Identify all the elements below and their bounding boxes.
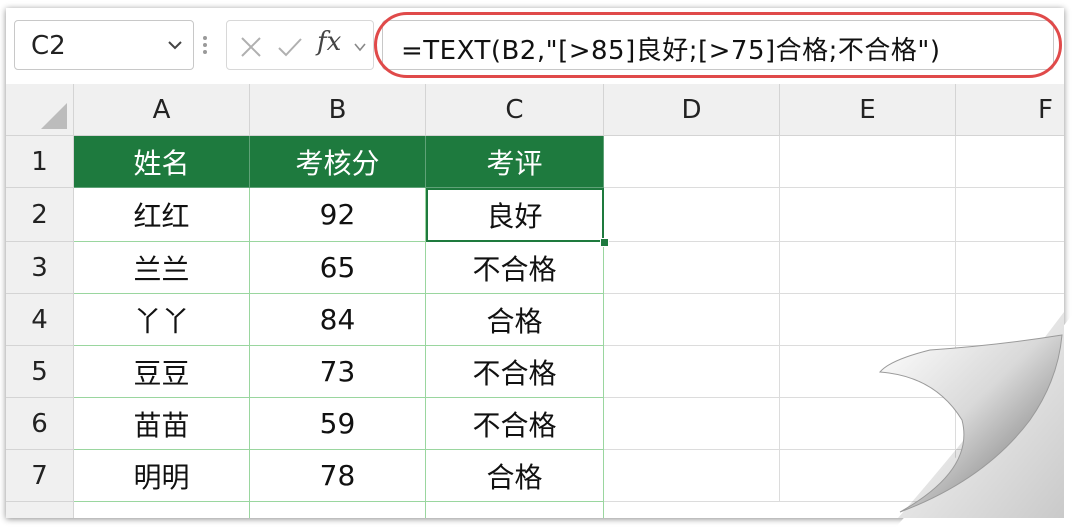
cell-d3[interactable] — [604, 242, 780, 294]
cell-b2[interactable]: 92 — [250, 188, 426, 242]
cell-a5[interactable]: 豆豆 — [74, 346, 250, 398]
column-header-c[interactable]: C — [426, 84, 604, 136]
cell-c8[interactable] — [426, 502, 604, 518]
cell-f6[interactable] — [956, 398, 1064, 450]
row-header-3[interactable]: 3 — [6, 242, 74, 294]
column-header-d[interactable]: D — [604, 84, 780, 136]
cell-d7[interactable] — [604, 450, 780, 502]
cell-b8[interactable] — [250, 502, 426, 518]
column-header-a[interactable]: A — [74, 84, 250, 136]
cell-a1[interactable]: 姓名 — [74, 136, 250, 188]
row-header-1[interactable]: 1 — [6, 136, 74, 188]
cell-a3[interactable]: 兰兰 — [74, 242, 250, 294]
cell-c4[interactable]: 合格 — [426, 294, 604, 346]
cell-a2[interactable]: 红红 — [74, 188, 250, 242]
cell-c3[interactable]: 不合格 — [426, 242, 604, 294]
spreadsheet-window: C2 fx =TEXT(B2,"[>85]良好;[>75]合格;不合格") A … — [6, 8, 1064, 518]
cell-f3[interactable] — [956, 242, 1064, 294]
row-header-4[interactable]: 4 — [6, 294, 74, 346]
formula-input[interactable]: =TEXT(B2,"[>85]良好;[>75]合格;不合格") — [382, 20, 1054, 70]
column-header-e[interactable]: E — [780, 84, 956, 136]
cell-b4[interactable]: 84 — [250, 294, 426, 346]
cell-e1[interactable] — [780, 136, 956, 188]
cell-c7[interactable]: 合格 — [426, 450, 604, 502]
cell-b7[interactable]: 78 — [250, 450, 426, 502]
cell-c6[interactable]: 不合格 — [426, 398, 604, 450]
cell-f2[interactable] — [956, 188, 1064, 242]
column-header-b[interactable]: B — [250, 84, 426, 136]
cell-a7[interactable]: 明明 — [74, 450, 250, 502]
formula-bar: C2 fx =TEXT(B2,"[>85]良好;[>75]合格;不合格") — [6, 8, 1064, 84]
cell-d6[interactable] — [604, 398, 780, 450]
chevron-down-icon[interactable] — [353, 41, 367, 53]
cell-a4[interactable]: 丫丫 — [74, 294, 250, 346]
row-header-6[interactable]: 6 — [6, 398, 74, 450]
cell-b5[interactable]: 73 — [250, 346, 426, 398]
formula-text: =TEXT(B2,"[>85]良好;[>75]合格;不合格") — [401, 36, 941, 66]
cell-a6[interactable]: 苗苗 — [74, 398, 250, 450]
cell-d5[interactable] — [604, 346, 780, 398]
cell-e5[interactable] — [780, 346, 956, 398]
cell-f4[interactable] — [956, 294, 1064, 346]
cell-d4[interactable] — [604, 294, 780, 346]
fill-handle[interactable] — [600, 238, 609, 247]
cell-d1[interactable] — [604, 136, 780, 188]
cell-b3[interactable]: 65 — [250, 242, 426, 294]
cell-e4[interactable] — [780, 294, 956, 346]
cell-e3[interactable] — [780, 242, 956, 294]
cell-e2[interactable] — [780, 188, 956, 242]
cell-f1[interactable] — [956, 136, 1064, 188]
cell-b1[interactable]: 考核分 — [250, 136, 426, 188]
check-icon[interactable] — [277, 35, 303, 59]
cell-c2[interactable]: 良好 — [426, 188, 604, 242]
cell-e7[interactable] — [780, 450, 956, 502]
chevron-down-icon[interactable] — [167, 38, 183, 52]
cell-f5[interactable] — [956, 346, 1064, 398]
row-header-7[interactable]: 7 — [6, 450, 74, 502]
row-header-5[interactable]: 5 — [6, 346, 74, 398]
cell-c1[interactable]: 考评 — [426, 136, 604, 188]
select-all-corner[interactable] — [6, 84, 74, 136]
insert-function-button[interactable]: fx — [317, 27, 341, 57]
row-header-partial[interactable] — [6, 502, 74, 518]
cell-d2[interactable] — [604, 188, 780, 242]
formula-buttons: fx — [226, 20, 374, 70]
cell-e6[interactable] — [780, 398, 956, 450]
row-header-2[interactable]: 2 — [6, 188, 74, 242]
cell-b6[interactable]: 59 — [250, 398, 426, 450]
drag-handle-icon[interactable] — [202, 34, 208, 56]
cancel-icon[interactable] — [239, 35, 263, 59]
name-box-value: C2 — [31, 31, 66, 61]
cell-c5[interactable]: 不合格 — [426, 346, 604, 398]
column-header-f[interactable]: F — [956, 84, 1064, 136]
cell-a8[interactable] — [74, 502, 250, 518]
name-box[interactable]: C2 — [14, 20, 194, 70]
cell-f7[interactable] — [956, 450, 1064, 502]
select-all-triangle-icon — [41, 103, 67, 129]
